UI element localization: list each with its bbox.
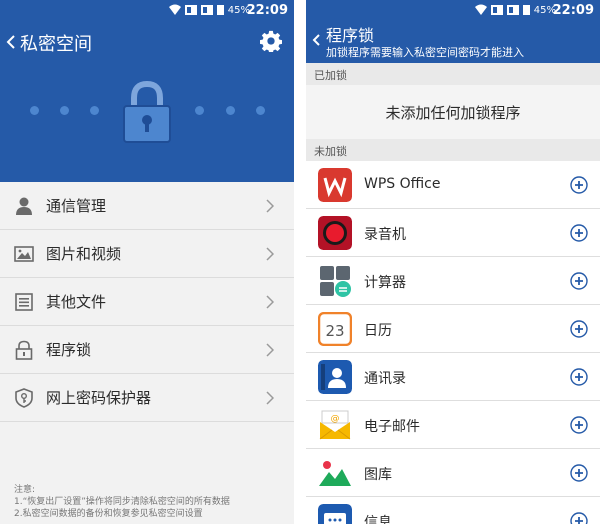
menu-item-photos-videos[interactable]: 图片和视频 bbox=[0, 230, 294, 278]
padlock-icon bbox=[123, 80, 171, 143]
status-bar: 45% 22:09 bbox=[0, 0, 294, 22]
key-shield-icon bbox=[15, 388, 33, 408]
messages-icon bbox=[318, 504, 352, 524]
app-lock-screen: 45% 22:09 程序锁 加锁程序需要输入私密空间密码才能进入 已加锁 未添加… bbox=[306, 0, 600, 524]
app-label: 通讯录 bbox=[364, 371, 406, 387]
sim1-signal-icon bbox=[491, 5, 503, 15]
list-item[interactable]: @ 电子邮件 bbox=[306, 401, 600, 449]
chevron-right-icon bbox=[266, 343, 274, 357]
calendar-day: 23 bbox=[325, 322, 344, 340]
unlocked-section-header: 未加锁 bbox=[306, 139, 600, 161]
chevron-right-icon bbox=[266, 391, 274, 405]
chevron-right-icon bbox=[266, 295, 274, 309]
sim2-signal-icon bbox=[507, 5, 519, 15]
wifi-icon bbox=[475, 4, 487, 15]
add-icon[interactable] bbox=[570, 464, 588, 482]
gear-icon[interactable] bbox=[260, 30, 282, 52]
app-label: WPS Office bbox=[364, 176, 441, 192]
back-icon[interactable] bbox=[312, 34, 320, 46]
back-icon[interactable] bbox=[6, 35, 16, 49]
list-item[interactable]: WPS Office bbox=[306, 161, 600, 209]
calculator-icon bbox=[318, 264, 352, 298]
file-icon bbox=[15, 293, 33, 311]
menu-item-other-files[interactable]: 其他文件 bbox=[0, 278, 294, 326]
add-icon[interactable] bbox=[570, 176, 588, 194]
email-icon: @ bbox=[318, 408, 352, 442]
list-item[interactable]: 23 日历 bbox=[306, 305, 600, 353]
gallery-icon bbox=[318, 456, 352, 490]
menu-item-label: 其他文件 bbox=[46, 293, 107, 311]
menu-item-app-lock[interactable]: 程序锁 bbox=[0, 326, 294, 374]
list-item[interactable]: 录音机 bbox=[306, 209, 600, 257]
status-bar: 45% 22:09 bbox=[306, 0, 600, 22]
empty-message: 未添加任何加锁程序 bbox=[385, 104, 521, 122]
pin-dot bbox=[60, 106, 69, 115]
add-icon[interactable] bbox=[570, 320, 588, 338]
lock-icon bbox=[15, 340, 33, 360]
contacts-book-icon bbox=[318, 360, 352, 394]
notes-heading: 注意: bbox=[14, 485, 36, 495]
app-label: 计算器 bbox=[364, 275, 406, 291]
list-item[interactable]: 图库 bbox=[306, 449, 600, 497]
chevron-right-icon bbox=[266, 247, 274, 261]
menu-item-communications[interactable]: 通信管理 bbox=[0, 182, 294, 230]
clock: 22:09 bbox=[552, 3, 594, 18]
unlocked-app-list: WPS Office 录音机 计算器 23 日历 通讯录 @ 电子邮件 图库 信… bbox=[306, 161, 600, 524]
clock: 22:09 bbox=[246, 3, 288, 18]
battery-icon bbox=[217, 5, 224, 15]
notes-line: 1.“恢复出厂设置”操作将同步清除私密空间的所有数据 bbox=[14, 497, 230, 507]
notes-line: 2.私密空间数据的备份和恢复参见私密空间设置 bbox=[14, 509, 203, 519]
app-label: 图库 bbox=[364, 467, 392, 483]
app-label: 电子邮件 bbox=[364, 419, 420, 435]
menu-item-label: 程序锁 bbox=[46, 341, 92, 359]
app-lock-header: 45% 22:09 程序锁 加锁程序需要输入私密空间密码才能进入 bbox=[306, 0, 600, 63]
menu-item-label: 图片和视频 bbox=[46, 245, 122, 263]
app-label: 录音机 bbox=[364, 227, 406, 243]
list-item[interactable]: 信息 bbox=[306, 497, 600, 524]
recorder-icon bbox=[318, 216, 352, 250]
app-label: 信息 bbox=[364, 515, 392, 524]
locked-apps-empty: 未添加任何加锁程序 bbox=[306, 85, 600, 139]
add-icon[interactable] bbox=[570, 416, 588, 434]
pin-dot bbox=[30, 106, 39, 115]
add-icon[interactable] bbox=[570, 224, 588, 242]
pin-dot bbox=[226, 106, 235, 115]
add-icon[interactable] bbox=[570, 368, 588, 386]
menu-item-label: 通信管理 bbox=[46, 197, 107, 215]
status-icons bbox=[475, 4, 530, 15]
private-space-header: 45% 22:09 私密空间 bbox=[0, 0, 294, 182]
menu-item-label: 网上密码保护器 bbox=[46, 389, 152, 407]
add-icon[interactable] bbox=[570, 512, 588, 524]
list-item[interactable]: 计算器 bbox=[306, 257, 600, 305]
calendar-icon: 23 bbox=[318, 312, 352, 346]
page-title: 程序锁 bbox=[326, 26, 375, 45]
battery-icon bbox=[523, 5, 530, 15]
locked-section-header: 已加锁 bbox=[306, 63, 600, 85]
wifi-icon bbox=[169, 4, 181, 15]
list-item[interactable]: 通讯录 bbox=[306, 353, 600, 401]
image-icon bbox=[14, 246, 34, 262]
app-label: 日历 bbox=[364, 323, 392, 339]
chevron-right-icon bbox=[266, 199, 274, 213]
add-icon[interactable] bbox=[570, 272, 588, 290]
pin-dot bbox=[90, 106, 99, 115]
status-icons bbox=[169, 4, 224, 15]
menu-item-password-protector[interactable]: 网上密码保护器 bbox=[0, 374, 294, 422]
page-subtitle: 加锁程序需要输入私密空间密码才能进入 bbox=[326, 46, 524, 59]
sim1-signal-icon bbox=[185, 5, 197, 15]
notes: 注意: 1.“恢复出厂设置”操作将同步清除私密空间的所有数据 2.私密空间数据的… bbox=[14, 484, 230, 520]
private-space-screen: 45% 22:09 私密空间 通信管理 图片和视频 其他文件 程序锁 网上密码保… bbox=[0, 0, 294, 524]
pin-dot bbox=[256, 106, 265, 115]
contact-icon bbox=[16, 197, 32, 215]
sim2-signal-icon bbox=[201, 5, 213, 15]
lock-indicator bbox=[0, 80, 294, 144]
svg-text:@: @ bbox=[331, 414, 340, 424]
private-space-menu: 通信管理 图片和视频 其他文件 程序锁 网上密码保护器 bbox=[0, 182, 294, 422]
pin-dot bbox=[195, 106, 204, 115]
page-title: 私密空间 bbox=[20, 34, 92, 55]
wps-icon bbox=[318, 168, 352, 202]
